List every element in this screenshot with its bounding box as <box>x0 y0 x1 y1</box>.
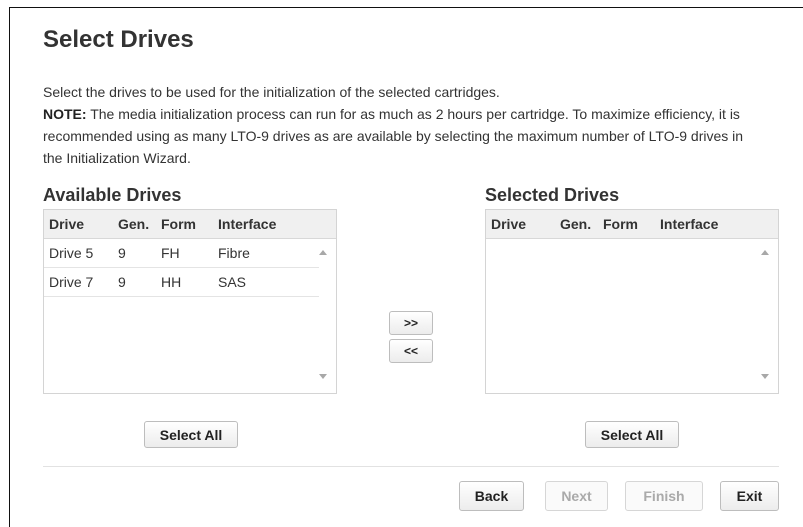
column-drive: Drive <box>49 216 85 232</box>
selected-drives-list[interactable]: Drive Gen. Form Interface <box>485 209 779 394</box>
back-button[interactable]: Back <box>459 481 524 511</box>
next-button[interactable]: Next <box>545 481 608 511</box>
available-select-all-button[interactable]: Select All <box>144 421 238 448</box>
finish-button[interactable]: Finish <box>625 481 703 511</box>
selected-drives-title: Selected Drives <box>485 185 620 205</box>
selected-drives-header: Drive Gen. Form Interface <box>486 210 778 239</box>
description-text: Select the drives to be used for the ini… <box>43 84 500 100</box>
exit-button[interactable]: Exit <box>720 481 779 511</box>
scroll-up-arrow-icon[interactable] <box>761 250 769 255</box>
note-label: NOTE: <box>43 106 87 122</box>
column-gen: Gen. <box>118 216 150 232</box>
selected-select-all-button[interactable]: Select All <box>585 421 679 448</box>
drive-name: Drive 5 <box>49 245 94 261</box>
add-drive-button[interactable]: >> <box>389 311 433 335</box>
drive-form: HH <box>161 274 182 290</box>
note: NOTE: The media initialization process c… <box>43 103 763 169</box>
page-title: Select Drives <box>43 26 194 53</box>
column-drive: Drive <box>491 216 527 232</box>
footer-divider <box>43 466 779 467</box>
description: Select the drives to be used for the ini… <box>43 81 763 169</box>
drive-row[interactable]: Drive 7 9 HH SAS <box>44 268 319 297</box>
column-form: Form <box>161 216 196 232</box>
drive-gen: 9 <box>118 274 126 290</box>
drive-interface: Fibre <box>218 245 250 261</box>
drive-name: Drive 7 <box>49 274 94 290</box>
drive-form: FH <box>161 245 180 261</box>
note-text: The media initialization process can run… <box>43 106 744 166</box>
column-interface: Interface <box>218 216 277 232</box>
scroll-down-arrow-icon[interactable] <box>319 374 327 379</box>
remove-drive-button[interactable]: << <box>389 339 433 363</box>
drive-row[interactable]: Drive 5 9 FH Fibre <box>44 239 319 268</box>
available-drives-header: Drive Gen. Form Interface <box>44 210 336 239</box>
available-drives-title: Available Drives <box>43 185 182 205</box>
drive-gen: 9 <box>118 245 126 261</box>
available-drives-list[interactable]: Drive Gen. Form Interface Drive 5 9 FH F… <box>43 209 337 394</box>
column-gen: Gen. <box>560 216 592 232</box>
scroll-down-arrow-icon[interactable] <box>761 374 769 379</box>
scroll-up-arrow-icon[interactable] <box>319 250 327 255</box>
drive-interface: SAS <box>218 274 247 290</box>
column-interface: Interface <box>660 216 719 232</box>
column-form: Form <box>603 216 638 232</box>
